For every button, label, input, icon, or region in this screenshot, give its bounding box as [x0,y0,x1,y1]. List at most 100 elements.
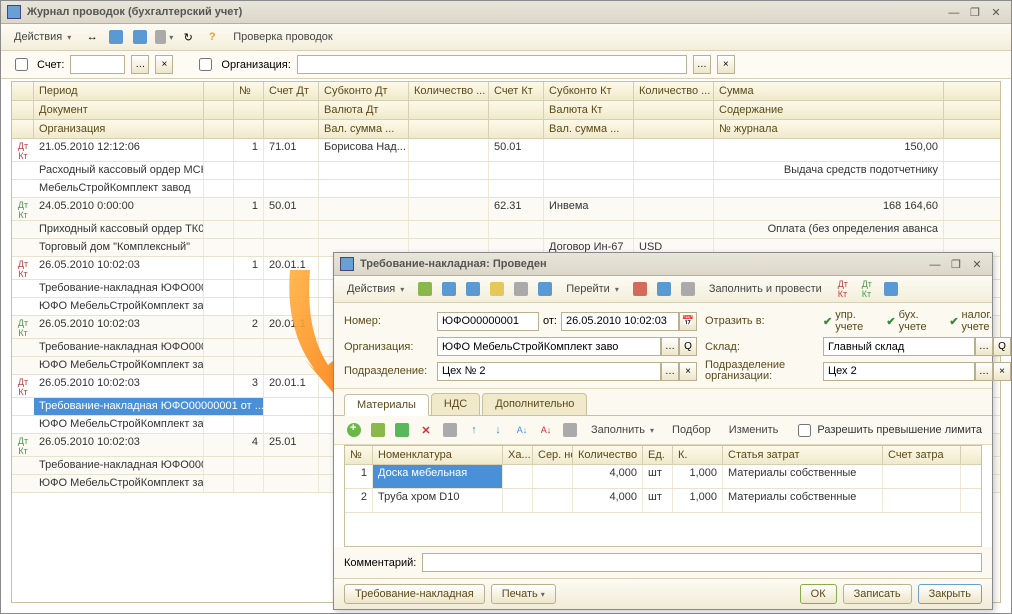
refresh-icon[interactable]: ↻ [178,27,198,47]
materials-header-cell[interactable]: Сер. ном... [533,446,573,464]
journal-header-cell[interactable]: Организация [34,120,204,138]
change-button[interactable]: Изменить [722,421,786,439]
dk-icon-1[interactable]: ДтКт [833,279,853,299]
journal-header-cell[interactable] [264,101,319,119]
podr-org-clear[interactable]: × [993,362,1011,381]
save-button[interactable]: Записать [843,584,912,604]
journal-header-cell[interactable]: № [234,82,264,100]
journal-header-cell[interactable]: Вал. сумма ... [544,120,634,138]
sklad-open[interactable]: Q [993,337,1011,356]
materials-header-cell[interactable]: Количество [573,446,643,464]
row-copy-icon[interactable] [368,420,388,440]
materials-header-cell[interactable]: К. [673,446,723,464]
podr-org-lookup[interactable]: … [975,362,993,381]
struct-icon[interactable] [654,279,674,299]
comment-input[interactable] [422,553,982,572]
copy-icon[interactable] [439,279,459,299]
org-clear[interactable]: × [717,55,735,74]
journal-row[interactable]: Расходный кассовый ордер МСК00000001 ...… [12,162,1000,180]
filter2-icon[interactable] [130,27,150,47]
journal-header-cell[interactable]: Период [34,82,204,100]
journal-header-cell[interactable]: Субконто Дт [319,82,409,100]
print-button[interactable]: Печать [491,584,556,604]
journal-header-cell[interactable] [634,120,714,138]
buh-checkbox[interactable]: ✔бух. учете [886,309,939,333]
nal-checkbox[interactable]: ✔налог. учете [949,309,1011,333]
materials-header-cell[interactable]: Ед. [643,446,673,464]
date-input[interactable] [561,312,679,331]
journal-row[interactable]: МебельСтройКомплект завод [12,180,1000,198]
minimize-button[interactable]: — [945,7,963,19]
doc-minimize-button[interactable]: — [926,259,944,271]
journal-header-cell[interactable]: Вал. сумма ... [319,120,409,138]
podr-clear[interactable]: × [679,362,697,381]
journal-header-cell[interactable] [204,101,234,119]
post-icon[interactable] [487,279,507,299]
go-menu[interactable]: Перейти [559,280,626,298]
materials-row[interactable]: 1Доска мебельная4,000шт1,000Материалы со… [345,465,981,489]
filter3-icon[interactable] [154,27,174,47]
allow-exceed-checkbox[interactable]: Разрешить превышение лимита [794,421,982,440]
podr-org-input[interactable] [823,362,975,381]
journal-header-cell[interactable] [489,101,544,119]
materials-header-cell[interactable]: Счет затра [883,446,961,464]
number-input[interactable] [437,312,539,331]
journal-header-cell[interactable]: Содержание [714,101,944,119]
journal-header-cell[interactable] [204,120,234,138]
link-icon[interactable] [630,279,650,299]
tab-materials[interactable]: Материалы [344,394,429,416]
account-lookup[interactable]: … [131,55,149,74]
doc-org-input[interactable] [437,337,661,356]
doc-maximize-button[interactable]: ❐ [947,258,965,271]
journal-row[interactable]: Приходный кассовый ордер ТК00000001 ...О… [12,221,1000,239]
materials-header-cell[interactable]: Ха... [503,446,533,464]
fill-post-button[interactable]: Заполнить и провести [702,280,829,298]
journal-header-cell[interactable]: Количество ... [634,82,714,100]
add-icon[interactable] [415,279,435,299]
journal-header-cell[interactable]: Субконто Кт [544,82,634,100]
materials-header-cell[interactable]: Номенклатура [373,446,503,464]
dk-icon-2[interactable]: ДтКт [857,279,877,299]
fill-menu[interactable]: Заполнить [584,421,661,439]
ok-button[interactable]: ОК [800,584,837,604]
materials-header-cell[interactable]: Статья затрат [723,446,883,464]
basis-icon[interactable] [535,279,555,299]
journal-row[interactable]: ДтКт21.05.2010 12:12:06171.01Борисова На… [12,139,1000,162]
unpost-icon[interactable] [511,279,531,299]
barcode-icon[interactable] [560,420,580,440]
row-add-icon[interactable] [344,420,364,440]
journal-header-cell[interactable]: Количество ... [409,82,489,100]
doc-org-open[interactable]: Q [679,337,697,356]
tab-additional[interactable]: Дополнительно [482,393,587,415]
tab-nds[interactable]: НДС [431,393,480,415]
save-icon[interactable] [463,279,483,299]
journal-header-cell[interactable]: Счет Кт [489,82,544,100]
podr-lookup[interactable]: … [661,362,679,381]
check-entries-button[interactable]: Проверка проводок [226,28,339,46]
journal-header-cell[interactable] [234,120,264,138]
journal-row[interactable]: ДтКт24.05.2010 0:00:00150.0162.31Инвема1… [12,198,1000,221]
journal-header-cell[interactable]: Документ [34,101,204,119]
list-icon[interactable] [678,279,698,299]
row-end-icon[interactable] [440,420,460,440]
help-icon[interactable]: ? [202,27,222,47]
account-checkbox[interactable] [15,58,28,71]
row-delete-icon[interactable]: ✕ [416,420,436,440]
status-button[interactable]: Требование-накладная [344,584,485,604]
journal-header-cell[interactable] [264,120,319,138]
filter-icon[interactable] [106,27,126,47]
upr-checkbox[interactable]: ✔упр. учете [823,309,876,333]
tt-icon[interactable] [881,279,901,299]
sort-desc-icon[interactable]: A↓ [536,420,556,440]
actions-menu[interactable]: Действия [7,28,78,46]
podr-input[interactable] [437,362,661,381]
journal-header-cell[interactable] [409,101,489,119]
sort-asc-icon[interactable]: A↓ [512,420,532,440]
account-clear[interactable]: × [155,55,173,74]
journal-header-cell[interactable] [634,101,714,119]
doc-actions-menu[interactable]: Действия [340,280,411,298]
row-up-icon[interactable]: ↑ [464,420,484,440]
doc-org-lookup[interactable]: … [661,337,679,356]
maximize-button[interactable]: ❐ [966,6,984,19]
sklad-lookup[interactable]: … [975,337,993,356]
